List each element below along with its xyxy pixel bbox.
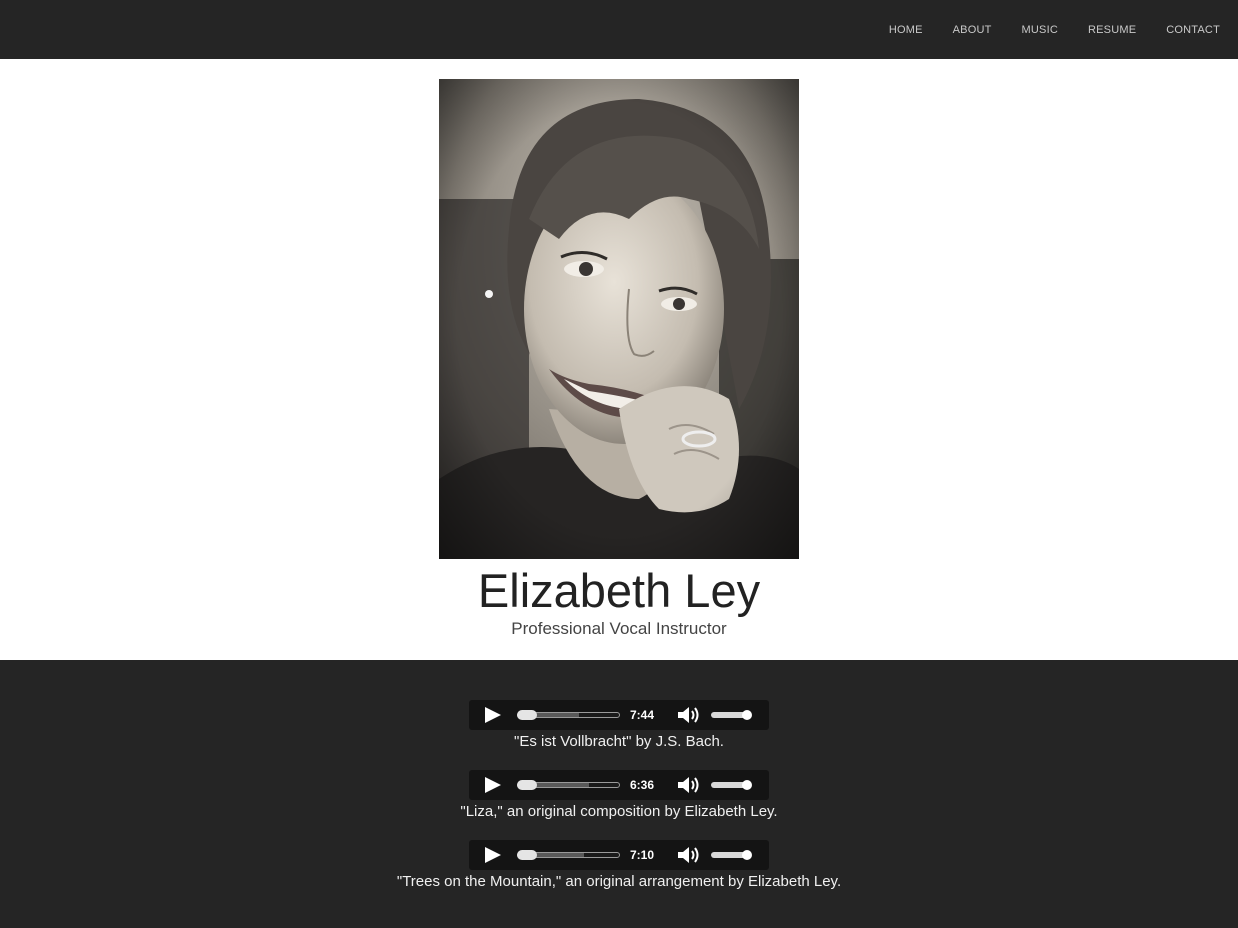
main-nav: HOME ABOUT MUSIC RESUME CONTACT (859, 0, 1220, 59)
track-duration: 6:36 (630, 778, 655, 792)
volume-icon[interactable] (676, 775, 700, 795)
volume-handle[interactable] (742, 780, 752, 790)
volume-icon[interactable] (676, 845, 700, 865)
nav-home[interactable]: HOME (889, 24, 923, 36)
progress-handle[interactable] (517, 780, 537, 790)
page-subtitle: Professional Vocal Instructor (511, 619, 727, 638)
track-caption: "Liza," an original composition by Eliza… (460, 803, 778, 820)
progress-handle[interactable] (517, 710, 537, 720)
play-icon[interactable] (485, 847, 501, 863)
portrait-photo (439, 79, 799, 559)
hero-section: Elizabeth Ley Professional Vocal Instruc… (0, 59, 1238, 660)
page-title: Elizabeth Ley (477, 564, 761, 617)
track-duration: 7:10 (630, 848, 655, 862)
nav-music[interactable]: MUSIC (1022, 24, 1058, 36)
track-duration: 7:44 (630, 708, 655, 722)
music-section: 7:44 "Es ist Vollbracht" by J.S. Bach. 6… (0, 660, 1238, 928)
audio-player: 7:44 (469, 700, 769, 730)
volume-handle[interactable] (742, 710, 752, 720)
progress-handle[interactable] (517, 850, 537, 860)
portrait-illustration (439, 79, 799, 559)
nav-contact[interactable]: CONTACT (1166, 24, 1220, 36)
track-caption: "Trees on the Mountain," an original arr… (396, 873, 842, 890)
play-icon[interactable] (485, 707, 501, 723)
play-icon[interactable] (485, 777, 501, 793)
top-navigation-bar: HOME ABOUT MUSIC RESUME CONTACT (0, 0, 1238, 59)
audio-player: 7:10 (469, 840, 769, 870)
volume-icon[interactable] (676, 705, 700, 725)
volume-handle[interactable] (742, 850, 752, 860)
track-caption: "Es ist Vollbracht" by J.S. Bach. (514, 733, 724, 750)
nav-resume[interactable]: RESUME (1088, 24, 1136, 36)
nav-about[interactable]: ABOUT (953, 24, 992, 36)
audio-player: 6:36 (469, 770, 769, 800)
